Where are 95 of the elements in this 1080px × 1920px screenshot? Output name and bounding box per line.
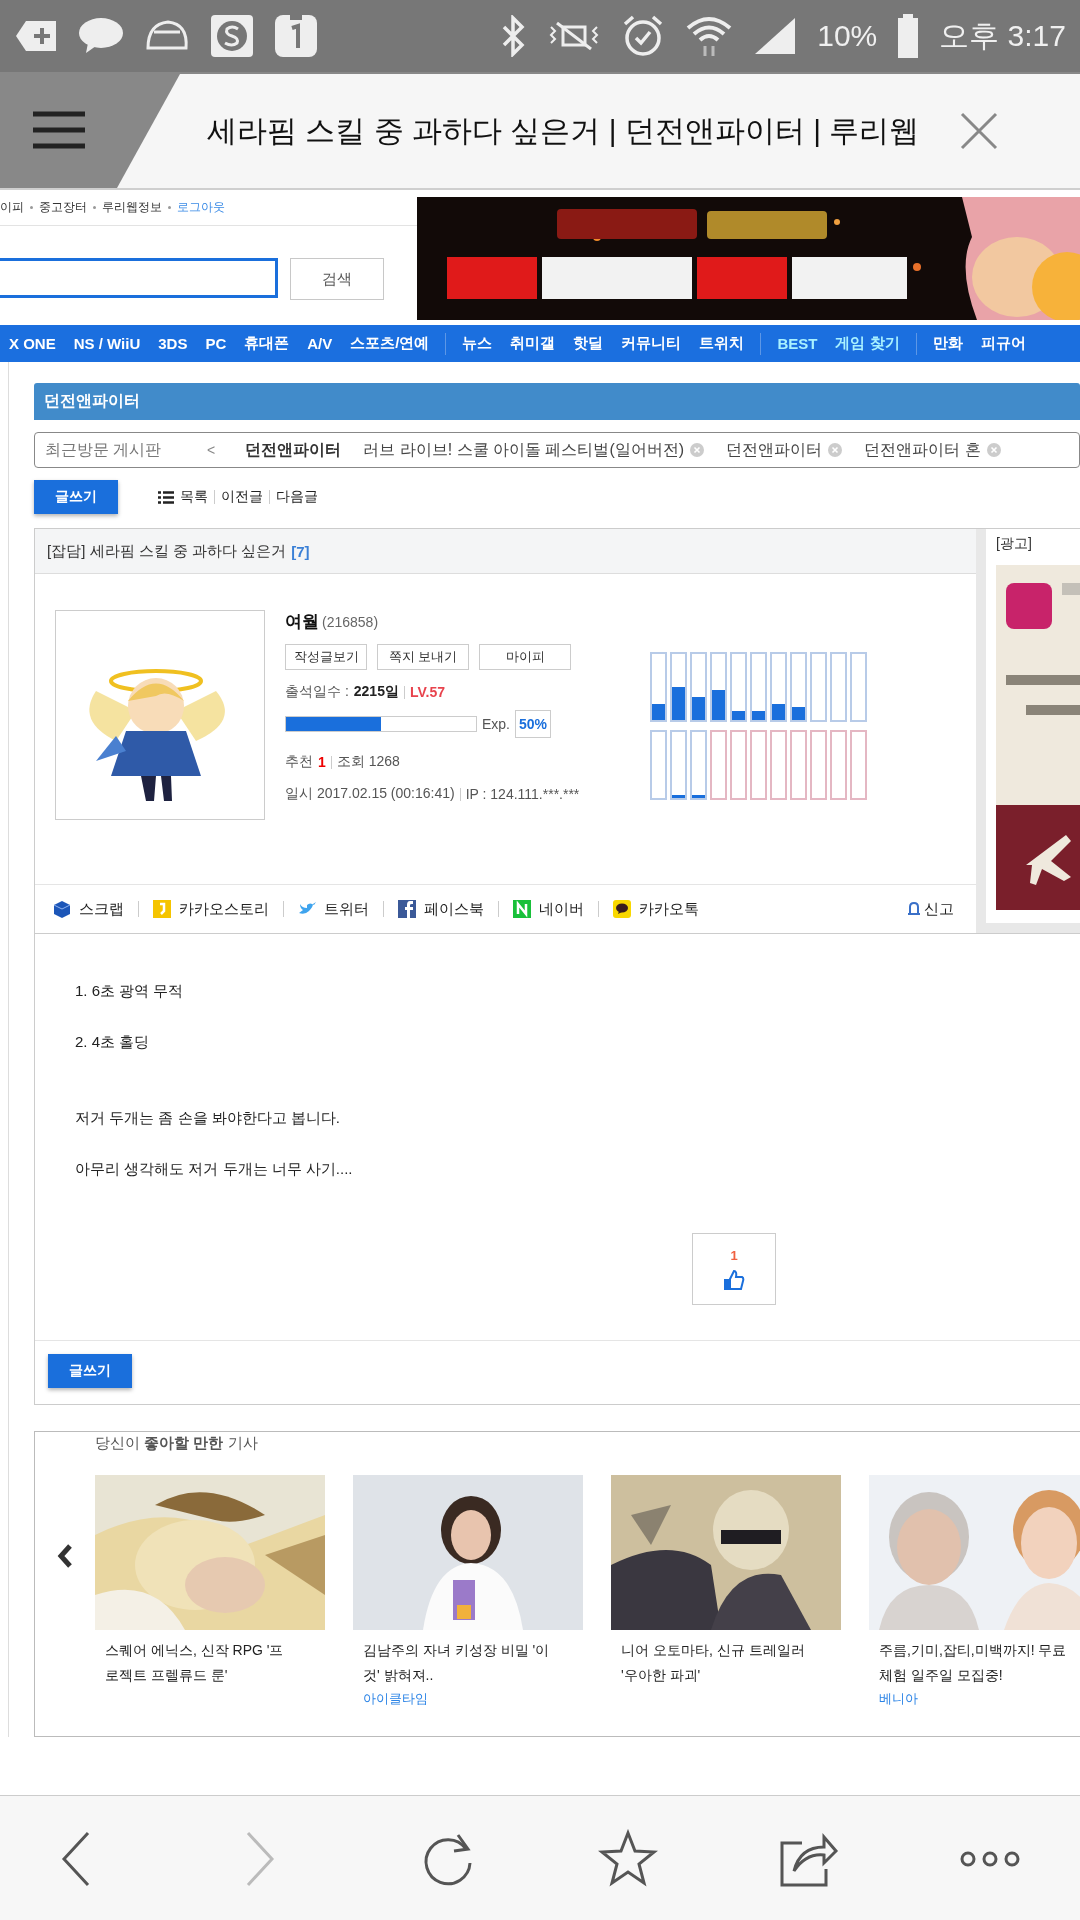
profile-button[interactable]: 마이피 bbox=[479, 644, 571, 670]
post-title: [잡담] 세라핌 스킬 중 과하다 싶은거 bbox=[47, 541, 287, 561]
write-button[interactable]: 글쓰기 bbox=[34, 480, 118, 514]
author-id: (216858) bbox=[322, 614, 379, 630]
skype-icon bbox=[210, 14, 254, 58]
attendance-days: 2215일 bbox=[353, 683, 399, 701]
chevron-left-icon[interactable] bbox=[57, 1543, 73, 1569]
search-button[interactable]: 검색 bbox=[290, 258, 384, 300]
post-paragraph: 저거 두개는 좀 손을 봐야한다고 봅니다. bbox=[75, 1108, 340, 1128]
previous-button[interactable]: < bbox=[207, 442, 216, 458]
kakaotalk-icon bbox=[613, 900, 631, 918]
report-link[interactable]: 신고 bbox=[908, 899, 954, 919]
bell-icon bbox=[908, 902, 920, 916]
exp-label: Exp. bbox=[482, 716, 510, 732]
board-title-bar: 던전앤파이터 bbox=[34, 383, 1080, 420]
browser-tab[interactable]: 세라핌 스킬 중 과하다 싶은거 | 던전앤파이터 | 루리웹 bbox=[117, 74, 1080, 188]
ad-label: [광고] bbox=[996, 535, 1033, 553]
share-link[interactable]: 카카오스토리 bbox=[153, 899, 269, 919]
nav-item[interactable]: 휴대폰 bbox=[235, 334, 299, 353]
nav-item[interactable]: 핫딜 bbox=[564, 334, 613, 353]
share-link[interactable]: 트위터 bbox=[298, 899, 369, 919]
clock: 오후 3:17 bbox=[939, 17, 1066, 54]
user-level: LV.57 bbox=[409, 684, 445, 700]
article-title[interactable]: 김남주의 자녀 키성장 비밀 '이것' 밝혀져.. bbox=[353, 1630, 563, 1688]
naver-icon bbox=[513, 900, 531, 918]
profile-button[interactable]: 쪽지 보내기 bbox=[377, 644, 469, 670]
recent-board-tab[interactable]: 던전앤파이터 bbox=[726, 439, 823, 461]
nav-item[interactable]: A/V bbox=[298, 335, 342, 352]
post-nav-link[interactable]: 목록 bbox=[180, 488, 208, 506]
battery-icon bbox=[897, 14, 920, 58]
article-title[interactable]: 니어 오토마타, 신규 트레일러 '우아한 파괴' bbox=[611, 1630, 821, 1688]
recent-board-tab[interactable]: 던전앤파이터 혼 bbox=[864, 439, 981, 461]
story-icon bbox=[153, 900, 171, 918]
nav-item[interactable]: 트위치 bbox=[690, 334, 754, 353]
recommend-label: 추천 bbox=[285, 753, 313, 771]
view-count: 조회 1268 bbox=[336, 753, 400, 771]
article-source[interactable]: 아이클타임 bbox=[353, 1688, 583, 1710]
nav-item[interactable]: 커뮤니티 bbox=[612, 334, 691, 353]
share-link[interactable]: 페이스북 bbox=[398, 899, 484, 919]
dot-separator-icon bbox=[168, 206, 171, 209]
list-icon bbox=[158, 490, 174, 504]
author-name[interactable]: 여월 bbox=[285, 610, 319, 633]
recommend-count: 1 bbox=[318, 754, 326, 770]
article-title[interactable]: 스퀘어 에닉스, 신작 RPG '프로젝트 프렐류드 룬' bbox=[95, 1630, 305, 1688]
exp-percent: 50% bbox=[515, 710, 552, 738]
chat-bubble-icon bbox=[78, 17, 124, 55]
post-nav-link[interactable]: 이전글 bbox=[221, 488, 263, 506]
top-link[interactable]: 이피 bbox=[0, 199, 24, 216]
tab-title: 세라핌 스킬 중 과하다 싶은거 | 던전앤파이터 | 루리웹 bbox=[207, 112, 920, 149]
post-date: 일시 2017.02.15 (00:16:41) bbox=[285, 785, 455, 803]
dot-separator-icon bbox=[30, 206, 33, 209]
ip-address: IP : 124.111.***.*** bbox=[465, 786, 580, 802]
search-field[interactable] bbox=[0, 258, 278, 298]
share-link[interactable]: 네이버 bbox=[513, 899, 584, 919]
logout-link[interactable]: 로그아웃 bbox=[177, 199, 225, 216]
recommended-heading: 당신이 좋아할 만한 기사 bbox=[94, 1434, 259, 1453]
post-nav-link[interactable]: 다음글 bbox=[276, 488, 318, 506]
profile-button[interactable]: 작성글보기 bbox=[285, 644, 367, 670]
nav-item[interactable]: PC bbox=[196, 335, 236, 352]
nav-item[interactable]: NS / WiiU bbox=[64, 335, 150, 352]
recent-board-tab[interactable]: 던전앤파이터 bbox=[245, 439, 342, 461]
nav-item[interactable]: X ONE bbox=[0, 335, 65, 352]
cube-icon bbox=[53, 900, 71, 918]
nav-item[interactable]: 스포츠/연예 bbox=[341, 334, 439, 353]
top-link[interactable]: 루리웹정보 bbox=[102, 199, 162, 216]
app-icon bbox=[274, 14, 318, 58]
article-source[interactable]: 베니아 bbox=[869, 1688, 1080, 1710]
nav-item[interactable]: 피규어 bbox=[971, 334, 1035, 353]
dot-separator-icon bbox=[93, 206, 96, 209]
post-paragraph: 2. 4초 홀딩 bbox=[75, 1032, 150, 1052]
nav-item[interactable]: 게임 찾기 bbox=[826, 334, 909, 353]
attendance-label: 출석일수 : bbox=[285, 683, 349, 701]
thumbs-up-icon bbox=[723, 1268, 745, 1291]
nav-item[interactable]: 3DS bbox=[149, 335, 197, 352]
recent-board-tab[interactable]: 러브 라이브! 스쿨 아이돌 페스티벌(일어버전) bbox=[363, 439, 685, 461]
write-button[interactable]: 글쓰기 bbox=[48, 1354, 132, 1388]
post-paragraph: 아무리 생각해도 저거 두개는 너무 사기.... bbox=[75, 1159, 353, 1179]
facebook-icon bbox=[398, 900, 416, 918]
nav-item[interactable]: 뉴스 bbox=[453, 334, 502, 353]
top-link[interactable]: 중고장터 bbox=[39, 199, 87, 216]
battery-percent: 10% bbox=[817, 19, 878, 53]
signal-icon bbox=[753, 16, 798, 56]
share-link[interactable]: 카카오톡 bbox=[613, 899, 699, 919]
recent-boards-label: 최근방문 게시판 bbox=[45, 439, 163, 460]
nav-item[interactable]: BEST bbox=[768, 335, 827, 352]
wifi-icon bbox=[685, 14, 734, 58]
post-paragraph: 1. 6초 광역 무적 bbox=[75, 981, 184, 1001]
nav-item[interactable]: 취미갤 bbox=[501, 334, 565, 353]
nav-item[interactable]: 만화 bbox=[923, 334, 972, 353]
close-icon[interactable] bbox=[959, 111, 1000, 151]
comment-count[interactable]: [7] bbox=[291, 542, 310, 560]
share-link[interactable]: 스크랩 bbox=[53, 899, 124, 919]
plus-icon bbox=[14, 19, 58, 53]
menu-icon[interactable] bbox=[32, 111, 85, 149]
article-title[interactable]: 주름,기미,잡티,미백까지! 무료 체험 일주일 모집중! bbox=[869, 1630, 1079, 1688]
